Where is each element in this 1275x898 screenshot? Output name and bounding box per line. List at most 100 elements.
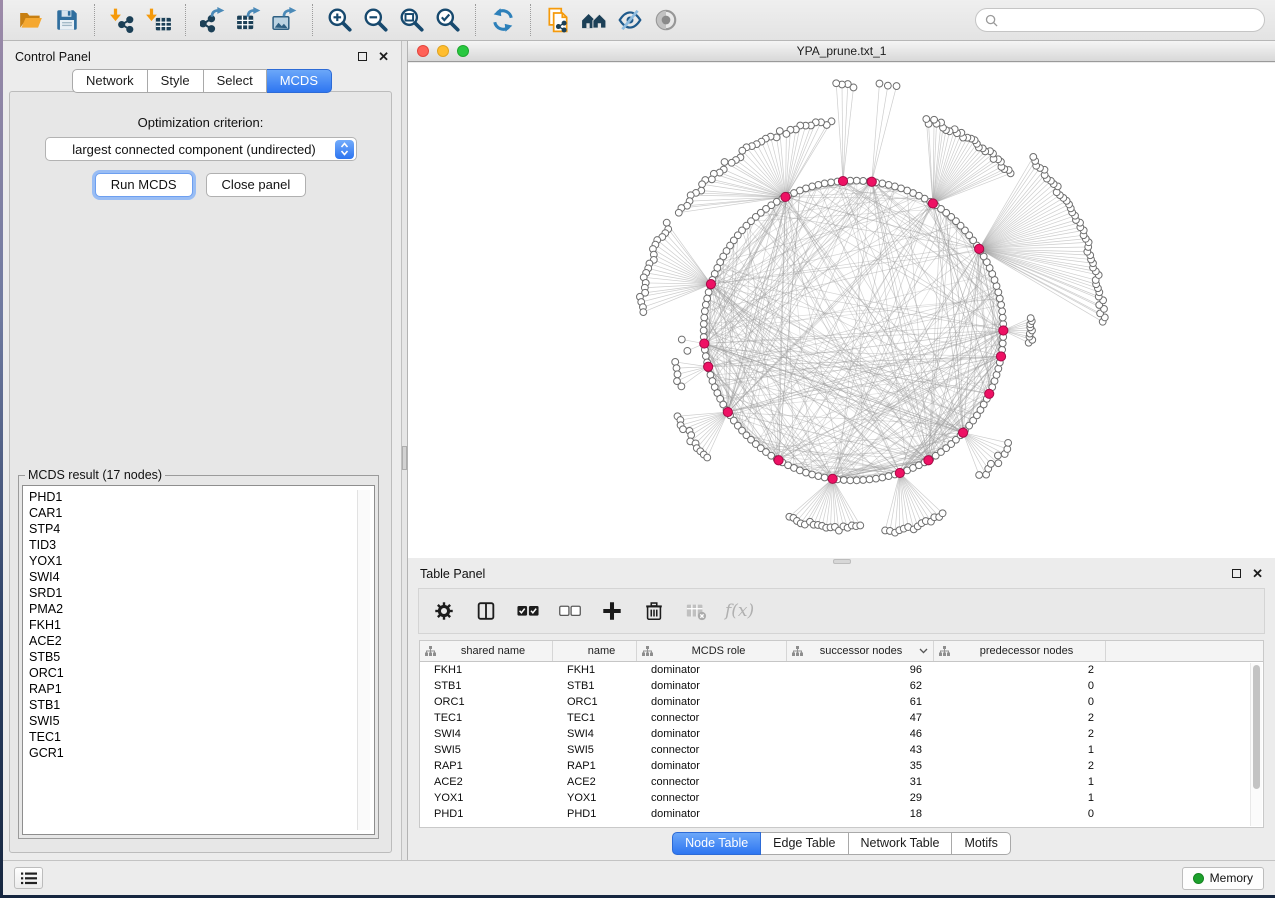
mcds-result-item[interactable]: STB5 <box>29 649 374 665</box>
tab-style[interactable]: Style <box>148 69 204 93</box>
close-table-panel-icon[interactable]: ✕ <box>1252 567 1263 580</box>
table-scrollbar[interactable] <box>1250 663 1262 826</box>
toolbar-separator <box>312 4 313 36</box>
refresh-button[interactable] <box>485 3 521 37</box>
mcds-result-item[interactable]: PHD1 <box>29 489 374 505</box>
table-row[interactable]: SWI4SWI4dominator462 <box>420 726 1263 742</box>
import-table-button[interactable] <box>140 3 176 37</box>
mcds-result-item[interactable]: YOX1 <box>29 553 374 569</box>
zoom-out-button[interactable] <box>358 3 394 37</box>
right-column: YPA_prune.txt_1 Table Panel <box>408 41 1275 860</box>
result-list-scrollbar[interactable] <box>357 490 370 830</box>
vertical-splitter[interactable] <box>401 41 408 860</box>
zoom-fit-button[interactable] <box>394 3 430 37</box>
show-all-button[interactable] <box>648 3 684 37</box>
sort-desc-icon <box>919 648 928 654</box>
splitter-handle[interactable] <box>402 446 407 470</box>
table-row[interactable]: SWI5SWI5connector431 <box>420 742 1263 758</box>
mcds-result-item[interactable]: ORC1 <box>29 665 374 681</box>
tab-network-table[interactable]: Network Table <box>849 832 953 855</box>
mcds-result-item[interactable]: TEC1 <box>29 729 374 745</box>
mcds-result-item[interactable]: CAR1 <box>29 505 374 521</box>
table-header: shared namenameMCDS rolesuccessor nodesp… <box>420 641 1263 662</box>
float-table-panel-icon[interactable] <box>1232 569 1241 578</box>
mcds-result-list: PHD1CAR1STP4TID3YOX1SWI4SRD1PMA2FKH1ACE2… <box>22 485 375 835</box>
criterion-dropdown[interactable]: largest connected component (undirected) <box>45 137 357 161</box>
function-builder-button[interactable]: f(x) <box>725 598 754 624</box>
network-canvas[interactable] <box>408 63 1275 558</box>
search-input[interactable] <box>1003 13 1255 27</box>
import-table-icon <box>145 7 171 33</box>
add-column-button[interactable] <box>599 598 625 624</box>
columns-icon <box>475 600 497 622</box>
plus-icon <box>601 600 623 622</box>
app-window: Control Panel ✕ NetworkStyleSelectMCDS O… <box>3 0 1275 895</box>
column-header-name[interactable]: name <box>553 641 637 661</box>
deselect-all-rows-button[interactable] <box>557 598 583 624</box>
close-window-icon[interactable] <box>417 45 429 57</box>
tab-edge-table[interactable]: Edge Table <box>761 832 848 855</box>
mcds-result-item[interactable]: STB1 <box>29 697 374 713</box>
mcds-result-item[interactable]: ACE2 <box>29 633 374 649</box>
table-panel-grip[interactable] <box>833 559 851 564</box>
mcds-result-item[interactable]: PMA2 <box>29 601 374 617</box>
import-network-button[interactable] <box>104 3 140 37</box>
network-titlebar: YPA_prune.txt_1 <box>408 41 1275 62</box>
tree-icon <box>642 646 653 656</box>
close-panel-button[interactable]: Close panel <box>206 173 307 197</box>
mcds-result-item[interactable]: GCR1 <box>29 745 374 761</box>
memory-button[interactable]: Memory <box>1182 867 1264 890</box>
mcds-result-item[interactable]: STP4 <box>29 521 374 537</box>
show-column-button[interactable] <box>473 598 499 624</box>
tab-node-table[interactable]: Node Table <box>672 832 761 855</box>
zoom-selected-icon <box>435 7 461 33</box>
table-row[interactable]: TEC1TEC1connector472 <box>420 710 1263 726</box>
open-session-button[interactable] <box>13 3 49 37</box>
float-panel-icon[interactable] <box>358 52 367 61</box>
zoom-in-button[interactable] <box>322 3 358 37</box>
table-row[interactable]: YOX1YOX1connector291 <box>420 790 1263 806</box>
scrollbar-thumb[interactable] <box>1253 665 1260 789</box>
control-panel-title: Control Panel <box>15 50 91 64</box>
column-header-MCDS-role[interactable]: MCDS role <box>637 641 787 661</box>
new-network-from-selection-button[interactable] <box>540 3 576 37</box>
column-header-successor-nodes[interactable]: successor nodes <box>787 641 934 661</box>
tab-network[interactable]: Network <box>72 69 148 93</box>
zoom-selected-button[interactable] <box>430 3 466 37</box>
mcds-result-item[interactable]: SRD1 <box>29 585 374 601</box>
delete-table-button[interactable] <box>683 598 709 624</box>
column-header-predecessor-nodes[interactable]: predecessor nodes <box>934 641 1106 661</box>
export-table-button[interactable] <box>231 3 267 37</box>
first-neighbors-button[interactable] <box>576 3 612 37</box>
mcds-result-item[interactable]: TID3 <box>29 537 374 553</box>
content-area: Control Panel ✕ NetworkStyleSelectMCDS O… <box>3 41 1275 860</box>
delete-column-button[interactable] <box>641 598 667 624</box>
zoom-window-icon[interactable] <box>457 45 469 57</box>
table-row[interactable]: ACE2ACE2connector311 <box>420 774 1263 790</box>
table-row[interactable]: ORC1ORC1dominator610 <box>420 694 1263 710</box>
mcds-result-item[interactable]: RAP1 <box>29 681 374 697</box>
network-graph[interactable] <box>408 63 1275 558</box>
hide-selected-button[interactable] <box>612 3 648 37</box>
select-all-rows-button[interactable] <box>515 598 541 624</box>
table-row[interactable]: STB1STB1dominator620 <box>420 678 1263 694</box>
mcds-result-item[interactable]: FKH1 <box>29 617 374 633</box>
mcds-result-item[interactable]: SWI4 <box>29 569 374 585</box>
tab-select[interactable]: Select <box>204 69 267 93</box>
tab-motifs[interactable]: Motifs <box>952 832 1010 855</box>
minimize-window-icon[interactable] <box>437 45 449 57</box>
column-header-shared-name[interactable]: shared name <box>420 641 553 661</box>
dropdown-stepper-icon <box>335 140 354 159</box>
export-image-button[interactable] <box>267 3 303 37</box>
mcds-result-item[interactable]: SWI5 <box>29 713 374 729</box>
task-history-button[interactable] <box>14 867 43 889</box>
close-panel-icon[interactable]: ✕ <box>378 50 389 63</box>
tab-mcds[interactable]: MCDS <box>267 69 332 93</box>
table-settings-button[interactable] <box>431 598 457 624</box>
save-session-button[interactable] <box>49 3 85 37</box>
export-network-button[interactable] <box>195 3 231 37</box>
table-row[interactable]: PHD1PHD1dominator180 <box>420 806 1263 822</box>
run-mcds-button[interactable]: Run MCDS <box>95 173 193 197</box>
table-row[interactable]: FKH1FKH1dominator962 <box>420 662 1263 678</box>
table-row[interactable]: RAP1RAP1dominator352 <box>420 758 1263 774</box>
